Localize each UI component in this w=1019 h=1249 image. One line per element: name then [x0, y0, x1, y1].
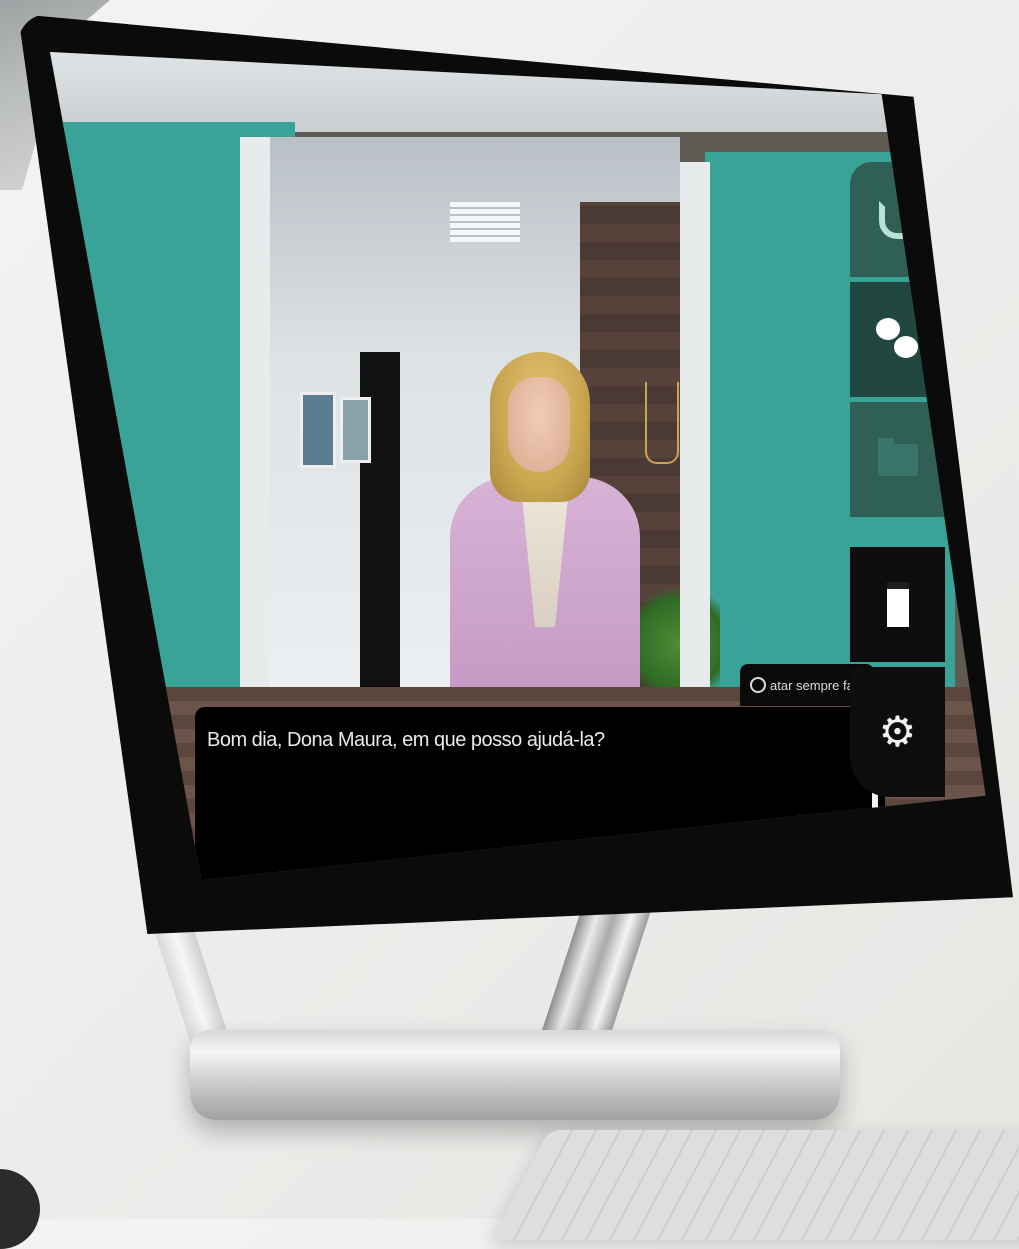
monitor-base — [190, 1030, 840, 1120]
wall-picture — [300, 392, 336, 468]
monitor-stand-arm — [535, 900, 655, 1050]
game-screen: atar sempre fala Bom dia, Dona Maura, em… — [50, 52, 986, 881]
keyboard — [490, 1130, 1019, 1240]
gear-icon: ⚙ — [878, 708, 917, 755]
speaker-tag-icon — [750, 677, 766, 693]
wall-picture — [340, 397, 371, 463]
ceiling-vent — [450, 202, 520, 242]
card-button[interactable] — [850, 547, 945, 662]
settings-button[interactable]: ⚙ — [850, 667, 945, 797]
dialogue-text: Bom dia, Dona Maura, em que posso ajudá-… — [207, 729, 605, 751]
folder-icon — [877, 437, 918, 476]
card-icon — [886, 582, 909, 627]
door-frame-right — [680, 162, 710, 692]
character-avatar — [450, 352, 650, 692]
door-frame-left — [240, 137, 270, 692]
avatar-face — [508, 377, 570, 472]
corner-circle — [0, 1169, 40, 1249]
chat-icon — [875, 317, 920, 362]
justice-scale-decor — [645, 382, 679, 464]
